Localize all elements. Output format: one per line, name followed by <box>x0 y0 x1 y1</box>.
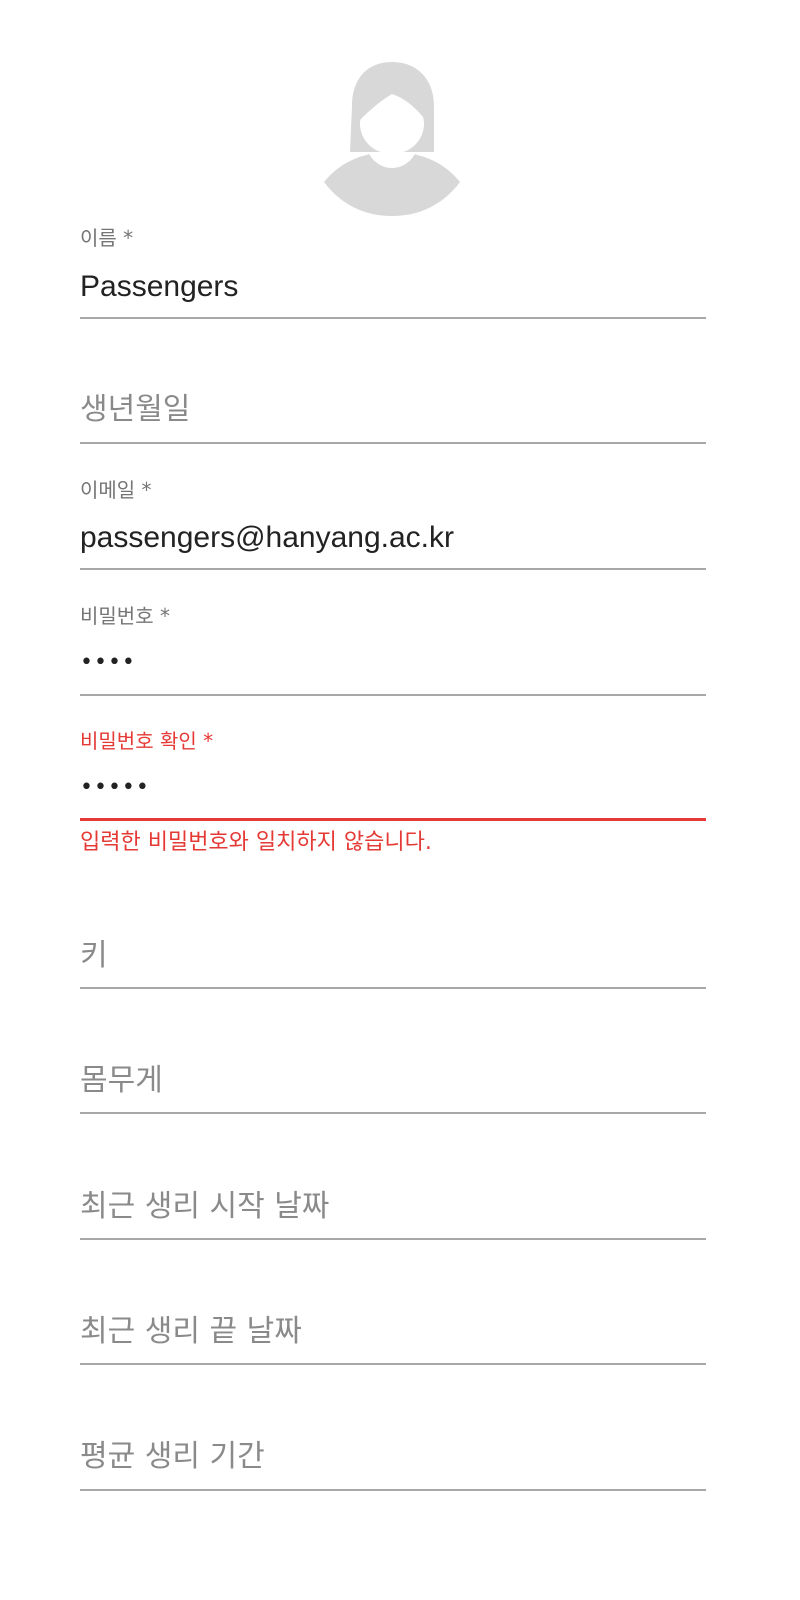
weight-underline <box>80 1112 706 1114</box>
password-underline <box>80 694 706 696</box>
weight-input[interactable]: 몸무게 <box>80 1066 163 1096</box>
last-period-start-underline <box>80 1238 706 1240</box>
name-input[interactable]: Passengers <box>80 272 706 302</box>
last-period-start-input[interactable]: 최근 생리 시작 날짜 <box>80 1192 329 1222</box>
password-confirm-label: 비밀번호 확인 * <box>80 729 214 753</box>
birthdate-field[interactable]: 생년월일 <box>80 390 706 446</box>
name-underline <box>80 317 706 319</box>
avg-period-length-input[interactable]: 평균 생리 기간 <box>80 1442 265 1472</box>
last-period-end-field[interactable]: 최근 생리 끝 날짜 <box>80 1312 706 1368</box>
email-label: 이메일 * <box>80 478 152 502</box>
password-confirm-input[interactable]: ••••• <box>80 777 150 799</box>
birthdate-input[interactable]: 생년월일 <box>80 395 190 425</box>
height-field[interactable]: 키 <box>80 936 706 992</box>
height-underline <box>80 987 706 989</box>
name-field[interactable]: 이름 * Passengers <box>80 228 706 322</box>
last-period-end-input[interactable]: 최근 생리 끝 날짜 <box>80 1317 302 1347</box>
weight-field[interactable]: 몸무게 <box>80 1061 706 1117</box>
email-input[interactable]: passengers@hanyang.ac.kr <box>80 523 706 553</box>
password-confirm-underline <box>80 818 706 821</box>
height-input[interactable]: 키 <box>80 941 108 971</box>
password-mismatch-error: 입력한 비밀번호와 일치하지 않습니다. <box>80 830 432 855</box>
last-period-start-field[interactable]: 최근 생리 시작 날짜 <box>80 1187 706 1243</box>
password-confirm-field[interactable]: 비밀번호 확인 * ••••• 입력한 비밀번호와 일치하지 않습니다. <box>80 729 706 859</box>
name-label: 이름 * <box>80 226 134 250</box>
birthdate-underline <box>80 442 706 444</box>
email-underline <box>80 568 706 570</box>
last-period-end-underline <box>80 1363 706 1365</box>
avg-period-length-field[interactable]: 평균 생리 기간 <box>80 1437 706 1493</box>
email-field[interactable]: 이메일 * passengers@hanyang.ac.kr <box>80 478 706 572</box>
password-label: 비밀번호 * <box>80 604 170 628</box>
female-user-avatar-icon <box>324 62 460 216</box>
avg-period-length-underline <box>80 1489 706 1491</box>
password-field[interactable]: 비밀번호 * •••• <box>80 604 706 698</box>
password-input[interactable]: •••• <box>80 652 136 674</box>
